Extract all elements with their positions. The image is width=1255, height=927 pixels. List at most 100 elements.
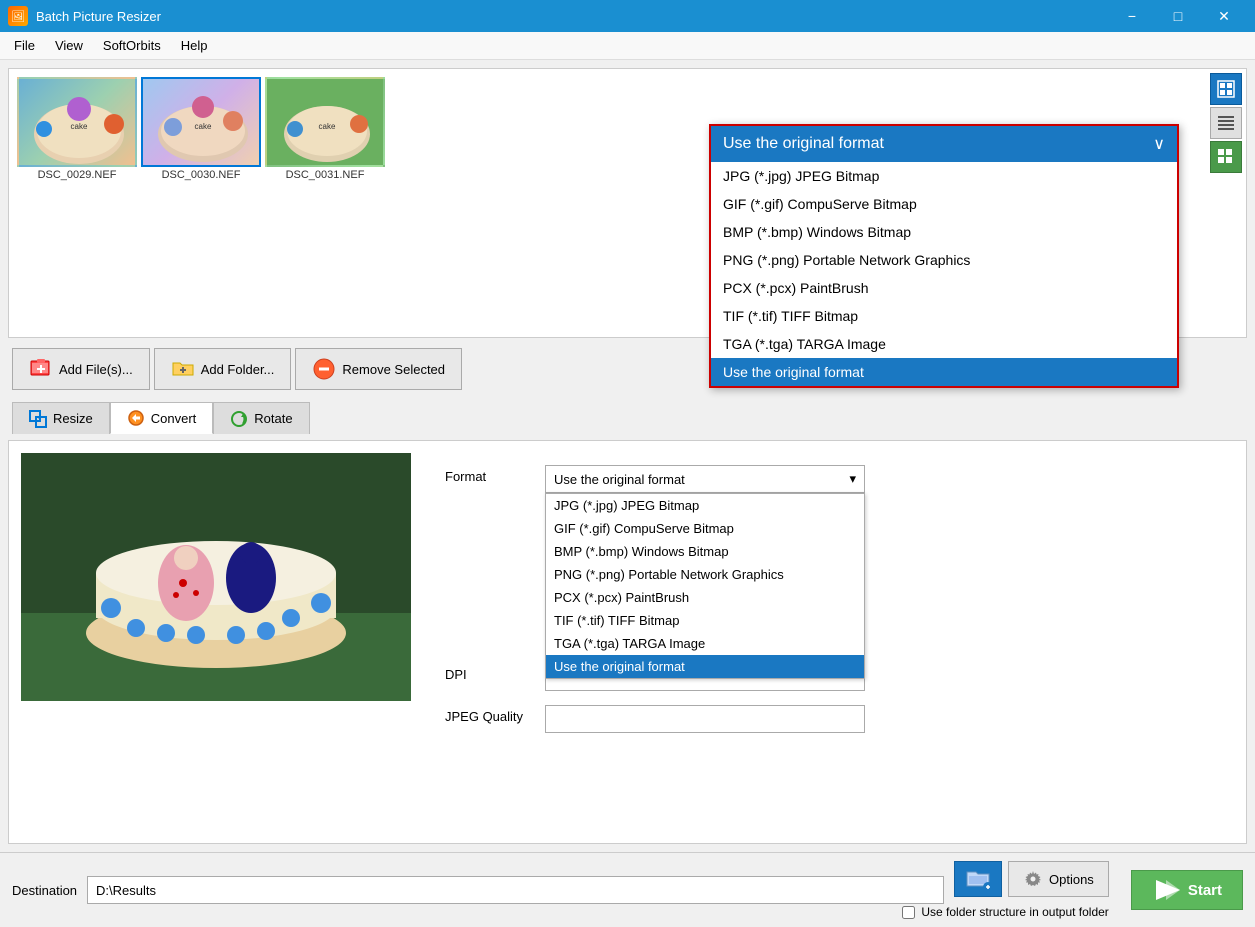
folder-structure-label: Use folder structure in output folder	[921, 905, 1108, 919]
close-button[interactable]: ✕	[1201, 0, 1247, 32]
small-format-item-5[interactable]: TIF (*.tif) TIFF Bitmap	[546, 609, 864, 632]
jpeg-quality-control-wrap	[545, 705, 1218, 733]
maximize-button[interactable]: □	[1155, 0, 1201, 32]
start-label: Start	[1188, 882, 1222, 899]
app-icon: 🖼	[8, 6, 28, 26]
panel-view-btn-2[interactable]	[1210, 107, 1242, 139]
format-overlay-item-0[interactable]: JPG (*.jpg) JPEG Bitmap	[711, 162, 1177, 190]
jpeg-quality-input[interactable]	[545, 705, 865, 733]
svg-text:cake: cake	[319, 122, 336, 131]
format-overlay-item-2[interactable]: BMP (*.bmp) Windows Bitmap	[711, 218, 1177, 246]
menu-bar: File View SoftOrbits Help	[0, 32, 1255, 60]
remove-selected-icon	[312, 357, 336, 381]
folder-structure-checkbox[interactable]	[902, 906, 915, 919]
format-overlay-chevron: ∨	[1153, 134, 1165, 154]
add-files-icon	[29, 357, 53, 381]
right-form: Format Use the original format ▾ JPG (*.…	[429, 453, 1234, 759]
tab-convert-label: Convert	[151, 411, 197, 426]
add-files-button[interactable]: Add File(s)...	[12, 348, 150, 390]
tab-resize[interactable]: Resize	[12, 402, 110, 434]
thumb-label-2: DSC_0030.NEF	[162, 169, 241, 181]
convert-tab-area: Format Use the original format ▾ JPG (*.…	[21, 453, 1234, 759]
panel-view-btn-1[interactable]	[1210, 73, 1242, 105]
thumb-image-3: cake	[267, 79, 385, 167]
tab-rotate[interactable]: Rotate	[213, 402, 309, 434]
image-panel: cake DSC_0029.NEF cake DSC	[8, 68, 1247, 338]
small-format-item-2[interactable]: BMP (*.bmp) Windows Bitmap	[546, 540, 864, 563]
destination-input[interactable]	[87, 876, 944, 904]
image-thumb-2[interactable]: cake DSC_0030.NEF	[141, 77, 261, 281]
destination-label: Destination	[12, 883, 77, 898]
thumb-label-1: DSC_0029.NEF	[38, 169, 117, 181]
format-overlay-item-7[interactable]: Use the original format	[711, 358, 1177, 386]
small-format-item-3[interactable]: PNG (*.png) Portable Network Graphics	[546, 563, 864, 586]
small-format-item-0[interactable]: JPG (*.jpg) JPEG Bitmap	[546, 494, 864, 517]
format-overlay-selected-text: Use the original format	[723, 135, 884, 153]
format-overlay-item-4[interactable]: PCX (*.pcx) PaintBrush	[711, 274, 1177, 302]
image-thumb-3[interactable]: cake DSC_0031.NEF	[265, 77, 385, 281]
add-folder-label: Add Folder...	[201, 362, 275, 377]
format-overlay-item-6[interactable]: TGA (*.tga) TARGA Image	[711, 330, 1177, 358]
add-folder-icon	[171, 357, 195, 381]
svg-text:cake: cake	[195, 122, 212, 131]
small-format-item-7[interactable]: Use the original format	[546, 655, 864, 678]
browse-icon	[964, 867, 992, 891]
remove-selected-button[interactable]: Remove Selected	[295, 348, 462, 390]
tab-convert[interactable]: Convert	[110, 402, 214, 434]
small-format-item-1[interactable]: GIF (*.gif) CompuServe Bitmap	[546, 517, 864, 540]
rotate-tab-icon	[230, 410, 248, 428]
bottom-bar: Destination Options	[0, 852, 1255, 927]
minimize-button[interactable]: −	[1109, 0, 1155, 32]
checkbox-row: Use folder structure in output folder	[902, 905, 1108, 919]
title-bar: 🖼 Batch Picture Resizer − □ ✕	[0, 0, 1255, 32]
browse-button[interactable]	[954, 861, 1002, 897]
image-view-icon	[1217, 80, 1235, 98]
start-icon	[1152, 876, 1180, 904]
menu-file[interactable]: File	[4, 34, 45, 57]
small-format-item-4[interactable]: PCX (*.pcx) PaintBrush	[546, 586, 864, 609]
start-button[interactable]: Start	[1131, 870, 1243, 910]
convert-panel: Format Use the original format ▾ JPG (*.…	[8, 440, 1247, 844]
format-overlay-list: JPG (*.jpg) JPEG Bitmap GIF (*.gif) Comp…	[711, 162, 1177, 386]
dpi-label: DPI	[445, 663, 545, 682]
list-view-icon	[1217, 114, 1235, 132]
tab-rotate-label: Rotate	[254, 411, 292, 426]
menu-view[interactable]: View	[45, 34, 93, 57]
grid-icon	[1217, 148, 1235, 166]
options-button[interactable]: Options	[1008, 861, 1109, 897]
form-row-format: Format Use the original format ▾ JPG (*.…	[445, 465, 1218, 493]
tab-resize-label: Resize	[53, 411, 93, 426]
small-format-item-6[interactable]: TGA (*.tga) TARGA Image	[546, 632, 864, 655]
svg-text:cake: cake	[71, 122, 88, 131]
menu-softorbits[interactable]: SoftOrbits	[93, 34, 171, 57]
panel-view-btn-3[interactable]	[1210, 141, 1242, 173]
format-select[interactable]: Use the original format ▾	[545, 465, 865, 493]
format-overlay-item-5[interactable]: TIF (*.tif) TIFF Bitmap	[711, 302, 1177, 330]
options-label: Options	[1049, 872, 1094, 887]
thumb-image-2: cake	[143, 79, 261, 167]
format-overlay-item-3[interactable]: PNG (*.png) Portable Network Graphics	[711, 246, 1177, 274]
image-thumb-1[interactable]: cake DSC_0029.NEF	[17, 77, 137, 281]
remove-selected-label: Remove Selected	[342, 362, 445, 377]
title-bar-controls: − □ ✕	[1109, 0, 1247, 32]
thumb-image-1: cake	[19, 79, 137, 167]
preview-image	[21, 453, 411, 701]
format-overlay-item-1[interactable]: GIF (*.gif) CompuServe Bitmap	[711, 190, 1177, 218]
add-files-label: Add File(s)...	[59, 362, 133, 377]
format-label: Format	[445, 465, 545, 484]
title-bar-left: 🖼 Batch Picture Resizer	[8, 6, 161, 26]
format-overlay-selected[interactable]: Use the original format ∨	[711, 126, 1177, 162]
left-preview-area	[21, 453, 429, 759]
add-folder-button[interactable]: Add Folder...	[154, 348, 292, 390]
format-control-wrap: Use the original format ▾ JPG (*.jpg) JP…	[545, 465, 1218, 493]
thumb-label-3: DSC_0031.NEF	[286, 169, 365, 181]
gear-icon	[1023, 869, 1043, 889]
tab-bar: Resize Convert Rotate	[8, 402, 1247, 434]
menu-help[interactable]: Help	[171, 34, 218, 57]
jpeg-quality-label: JPEG Quality	[445, 705, 545, 724]
form-row-jpeg-quality: JPEG Quality	[445, 705, 1218, 733]
convert-tab-icon	[127, 409, 145, 427]
app-title: Batch Picture Resizer	[36, 9, 161, 24]
format-select-chevron: ▾	[849, 471, 856, 487]
format-overlay: Use the original format ∨ JPG (*.jpg) JP…	[709, 124, 1179, 388]
